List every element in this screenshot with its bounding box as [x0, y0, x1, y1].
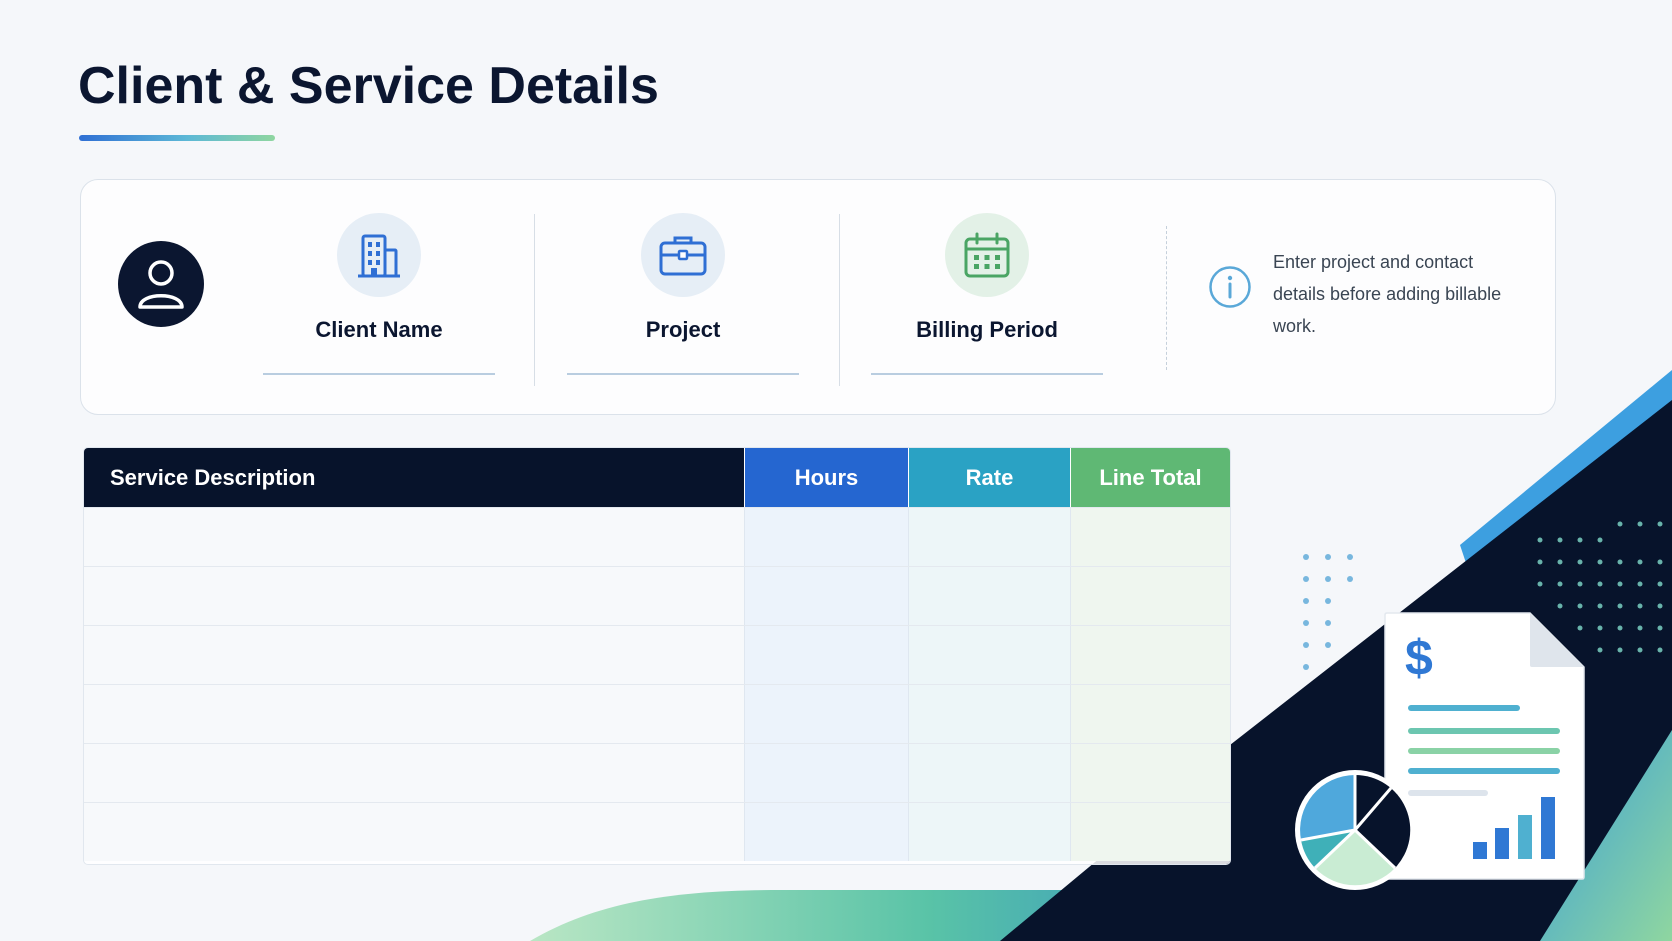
hours-cell[interactable] — [744, 744, 908, 802]
pie-chart-icon — [1295, 770, 1415, 890]
client-name-input-line[interactable] — [263, 373, 495, 375]
table-row — [84, 743, 1230, 802]
billing-period-label: Billing Period — [916, 317, 1058, 342]
service-description-cell[interactable] — [84, 508, 744, 566]
user-avatar-icon — [118, 241, 204, 327]
rate-cell[interactable] — [908, 803, 1070, 861]
field-divider — [534, 214, 535, 386]
field-divider — [839, 214, 840, 386]
service-description-cell[interactable] — [84, 626, 744, 684]
hours-cell[interactable] — [744, 685, 908, 743]
billing-period-field[interactable]: Billing Period — [871, 213, 1103, 375]
calendar-icon — [945, 213, 1029, 297]
line-total-cell — [1070, 567, 1230, 625]
table-row — [84, 625, 1230, 684]
rate-cell[interactable] — [908, 685, 1070, 743]
client-name-label: Client Name — [315, 317, 443, 342]
page-title: Client & Service Details — [78, 57, 659, 115]
briefcase-icon — [641, 213, 725, 297]
services-table: Service Description Hours Rate Line Tota… — [84, 448, 1230, 864]
invoice-illustration: $ — [1295, 612, 1585, 890]
hours-cell[interactable] — [744, 626, 908, 684]
billing-period-input-line[interactable] — [871, 373, 1103, 375]
line-total-cell — [1070, 803, 1230, 861]
service-description-cell[interactable] — [84, 685, 744, 743]
hours-cell[interactable] — [744, 803, 908, 861]
service-description-cell[interactable] — [84, 803, 744, 861]
table-header-row: Service Description Hours Rate Line Tota… — [84, 448, 1230, 507]
rate-cell[interactable] — [908, 567, 1070, 625]
column-header-service-description: Service Description — [84, 448, 744, 507]
column-header-rate: Rate — [908, 448, 1070, 507]
hours-cell[interactable] — [744, 508, 908, 566]
invoice-document-icon: $ — [1384, 612, 1585, 880]
table-row — [84, 684, 1230, 743]
project-input-line[interactable] — [567, 373, 799, 375]
info-hint-text: Enter project and contact details before… — [1273, 252, 1502, 336]
table-row — [84, 566, 1230, 625]
client-name-field[interactable]: Client Name — [263, 213, 495, 375]
project-field[interactable]: Project — [567, 213, 799, 375]
hours-cell[interactable] — [744, 567, 908, 625]
table-row — [84, 802, 1230, 861]
info-divider — [1166, 226, 1167, 370]
project-label: Project — [645, 317, 721, 342]
column-header-hours: Hours — [744, 448, 908, 507]
column-header-line-total: Line Total — [1070, 448, 1230, 507]
line-total-cell — [1070, 685, 1230, 743]
rate-cell[interactable] — [908, 508, 1070, 566]
service-description-cell[interactable] — [84, 744, 744, 802]
rate-cell[interactable] — [908, 744, 1070, 802]
dollar-sign: $ — [1405, 630, 1433, 686]
table-row — [84, 507, 1230, 566]
building-icon — [337, 213, 421, 297]
line-total-cell — [1070, 744, 1230, 802]
title-accent-bar — [79, 135, 275, 141]
rate-cell[interactable] — [908, 626, 1070, 684]
service-description-cell[interactable] — [84, 567, 744, 625]
line-total-cell — [1070, 626, 1230, 684]
line-total-cell — [1070, 508, 1230, 566]
info-icon — [1208, 265, 1252, 309]
